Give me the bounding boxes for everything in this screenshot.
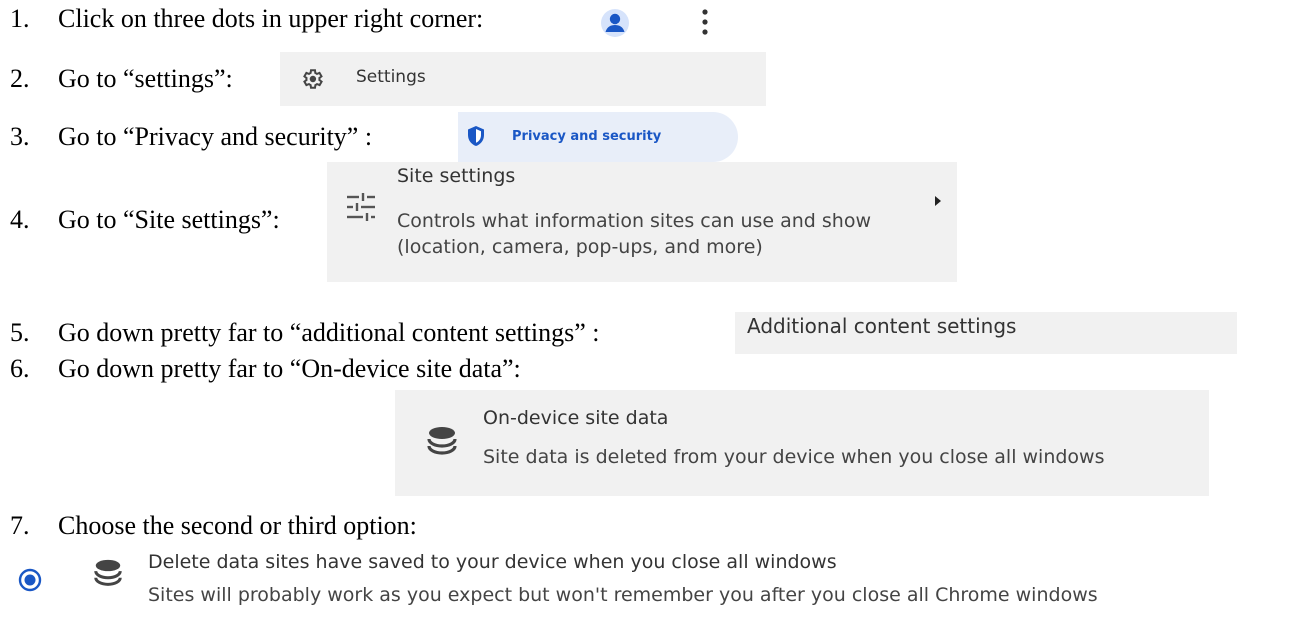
privacy-and-security-nav-item[interactable]: Privacy and security [458,112,738,162]
on-device-site-data-description: Site data is deleted from your device wh… [483,446,1105,468]
on-device-site-data-title: On-device site data [483,407,669,429]
step-text: Go down pretty far to “additional conten… [58,318,600,347]
step-text: Go to “Site settings”: [58,205,280,234]
step-number: 4. [10,205,30,234]
shield-icon [468,126,484,146]
settings-label: Settings [356,67,426,87]
chevron-right-icon [935,196,941,206]
database-icon [94,559,122,586]
more-vert-icon[interactable] [690,5,720,39]
step-number: 3. [10,122,30,151]
radio-selected-icon[interactable] [18,568,42,592]
step-number: 6. [10,354,30,383]
delete-on-close-option-description: Sites will probably work as you expect b… [148,584,1098,606]
step-text: Go to “settings”: [58,64,233,93]
tune-icon [347,193,375,221]
step-text: Choose the second or third option: [58,511,417,540]
gear-icon [303,69,323,89]
step-number: 7. [10,511,30,540]
step-number: 2. [10,64,30,93]
database-icon [427,427,457,455]
step-number: 1. [10,4,30,33]
step-text: Click on three dots in upper right corne… [58,4,484,33]
site-settings-description: Controls what information sites can use … [397,210,872,258]
settings-menu-item[interactable]: Settings [280,52,766,106]
site-settings-title: Site settings [397,165,516,187]
site-settings-item[interactable]: Site settings Controls what information … [327,162,957,282]
on-device-site-data-item[interactable]: On-device site data Site data is deleted… [395,390,1209,496]
step-text: Go to “Privacy and security” : [58,122,373,151]
account-circle-icon[interactable] [600,8,630,38]
step-text: Go down pretty far to “On-device site da… [58,354,521,383]
privacy-and-security-label: Privacy and security [512,129,662,144]
step-number: 5. [10,318,30,347]
additional-content-settings-item[interactable]: Additional content settings [735,312,1237,354]
additional-content-settings-label: Additional content settings [747,314,1017,338]
delete-on-close-option-title: Delete data sites have saved to your dev… [148,551,837,573]
